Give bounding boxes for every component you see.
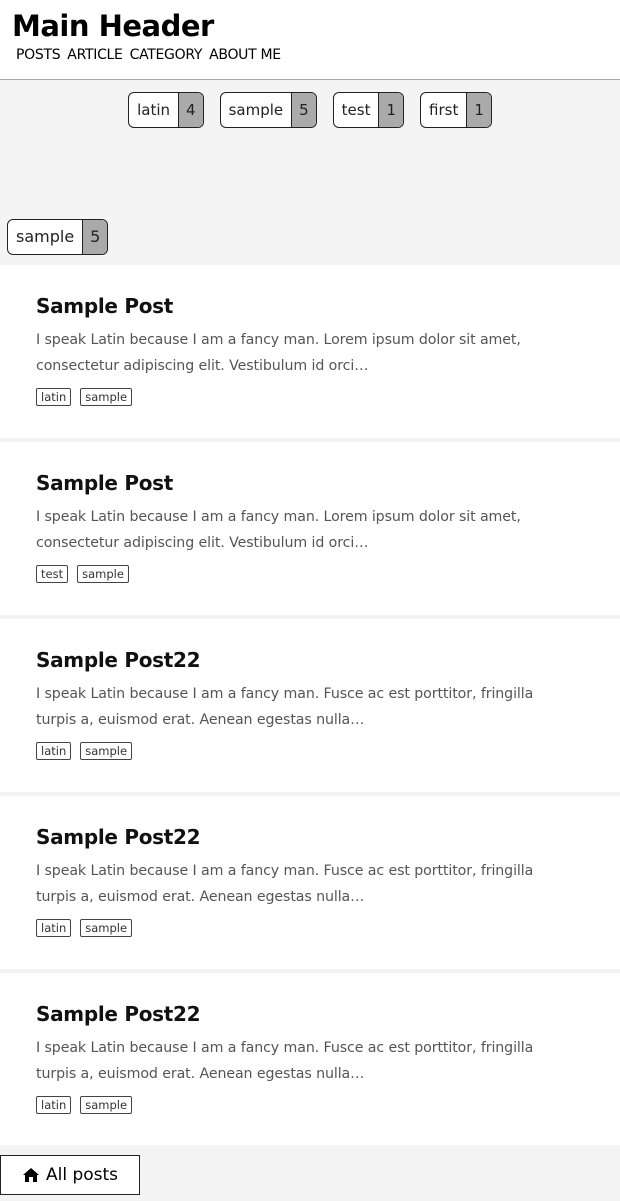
post-title[interactable]: Sample Post22 xyxy=(36,1001,584,1027)
nav-posts[interactable]: POSTS xyxy=(16,45,61,65)
post-excerpt: I speak Latin because I am a fancy man. … xyxy=(36,863,534,905)
post-tags: latin sample xyxy=(36,919,584,937)
tag-name: test xyxy=(341,101,371,119)
post-tag[interactable]: sample xyxy=(80,388,133,406)
main-nav: POSTS ARTICLE CATEGORY ABOUT ME xyxy=(16,45,281,65)
post-title[interactable]: Sample Post xyxy=(36,470,584,496)
post-tags: latin sample xyxy=(36,742,584,760)
post-tags: test sample xyxy=(36,565,584,583)
post-tag[interactable]: sample xyxy=(77,565,129,583)
post-excerpt: I speak Latin because I am a fancy man. … xyxy=(36,686,534,728)
post-card[interactable]: Sample Post22 I speak Latin because I am… xyxy=(0,796,620,973)
post-tag[interactable]: sample xyxy=(80,919,133,937)
tag-list: latin 4 sample 5 test 1 first 1 xyxy=(0,92,620,128)
tag-chip-sample[interactable]: sample 5 xyxy=(219,92,317,128)
all-posts-button[interactable]: All posts xyxy=(0,1155,140,1195)
post-card[interactable]: Sample Post I speak Latin because I am a… xyxy=(0,442,620,619)
post-tag[interactable]: latin xyxy=(36,388,72,406)
post-title[interactable]: Sample Post22 xyxy=(36,647,584,673)
selected-tag-chip[interactable]: sample 5 xyxy=(7,219,109,255)
post-excerpt: I speak Latin because I am a fancy man. … xyxy=(36,332,521,374)
post-tags: latin sample xyxy=(36,1096,584,1114)
post-tag[interactable]: sample xyxy=(80,1096,133,1114)
post-title[interactable]: Sample Post xyxy=(36,293,584,319)
post-card[interactable]: Sample Post22 I speak Latin because I am… xyxy=(0,619,620,796)
tag-count: 1 xyxy=(466,93,491,127)
tag-chip-latin[interactable]: latin 4 xyxy=(128,92,204,128)
post-title[interactable]: Sample Post22 xyxy=(36,824,584,850)
page-footer: All posts xyxy=(0,1145,620,1201)
tag-name: sample xyxy=(228,101,284,119)
post-list: Sample Post I speak Latin because I am a… xyxy=(0,265,620,1150)
selected-tag-count: 5 xyxy=(82,220,108,254)
post-tag[interactable]: test xyxy=(36,565,69,583)
tag-chip-test[interactable]: test 1 xyxy=(332,92,405,128)
post-tag[interactable]: sample xyxy=(80,742,133,760)
nav-category[interactable]: CATEGORY xyxy=(130,45,203,65)
tag-count: 4 xyxy=(178,93,203,127)
site-title[interactable]: Main Header xyxy=(12,8,214,44)
tag-count: 5 xyxy=(291,93,316,127)
nav-article[interactable]: ARTICLE xyxy=(67,45,123,65)
tag-count: 1 xyxy=(378,93,404,127)
post-tags: latin sample xyxy=(36,388,584,406)
post-tag[interactable]: latin xyxy=(36,919,72,937)
home-icon xyxy=(22,1168,39,1182)
post-excerpt: I speak Latin because I am a fancy man. … xyxy=(36,1040,534,1082)
tag-name: latin xyxy=(137,101,171,119)
post-excerpt: I speak Latin because I am a fancy man. … xyxy=(36,509,521,551)
post-tag[interactable]: latin xyxy=(36,742,72,760)
site-header: Main Header POSTS ARTICLE CATEGORY ABOUT… xyxy=(0,0,620,80)
tag-chip-first[interactable]: first 1 xyxy=(420,92,492,128)
post-tag[interactable]: latin xyxy=(36,1096,72,1114)
post-card[interactable]: Sample Post22 I speak Latin because I am… xyxy=(0,973,620,1150)
tag-cloud: latin 4 sample 5 test 1 first 1 sample 5 xyxy=(0,80,620,265)
nav-about-me[interactable]: ABOUT ME xyxy=(209,45,281,65)
all-posts-label: All posts xyxy=(45,1165,119,1185)
post-card[interactable]: Sample Post I speak Latin because I am a… xyxy=(0,265,620,442)
selected-tag-name: sample xyxy=(16,227,75,246)
tag-name: first xyxy=(429,101,459,119)
